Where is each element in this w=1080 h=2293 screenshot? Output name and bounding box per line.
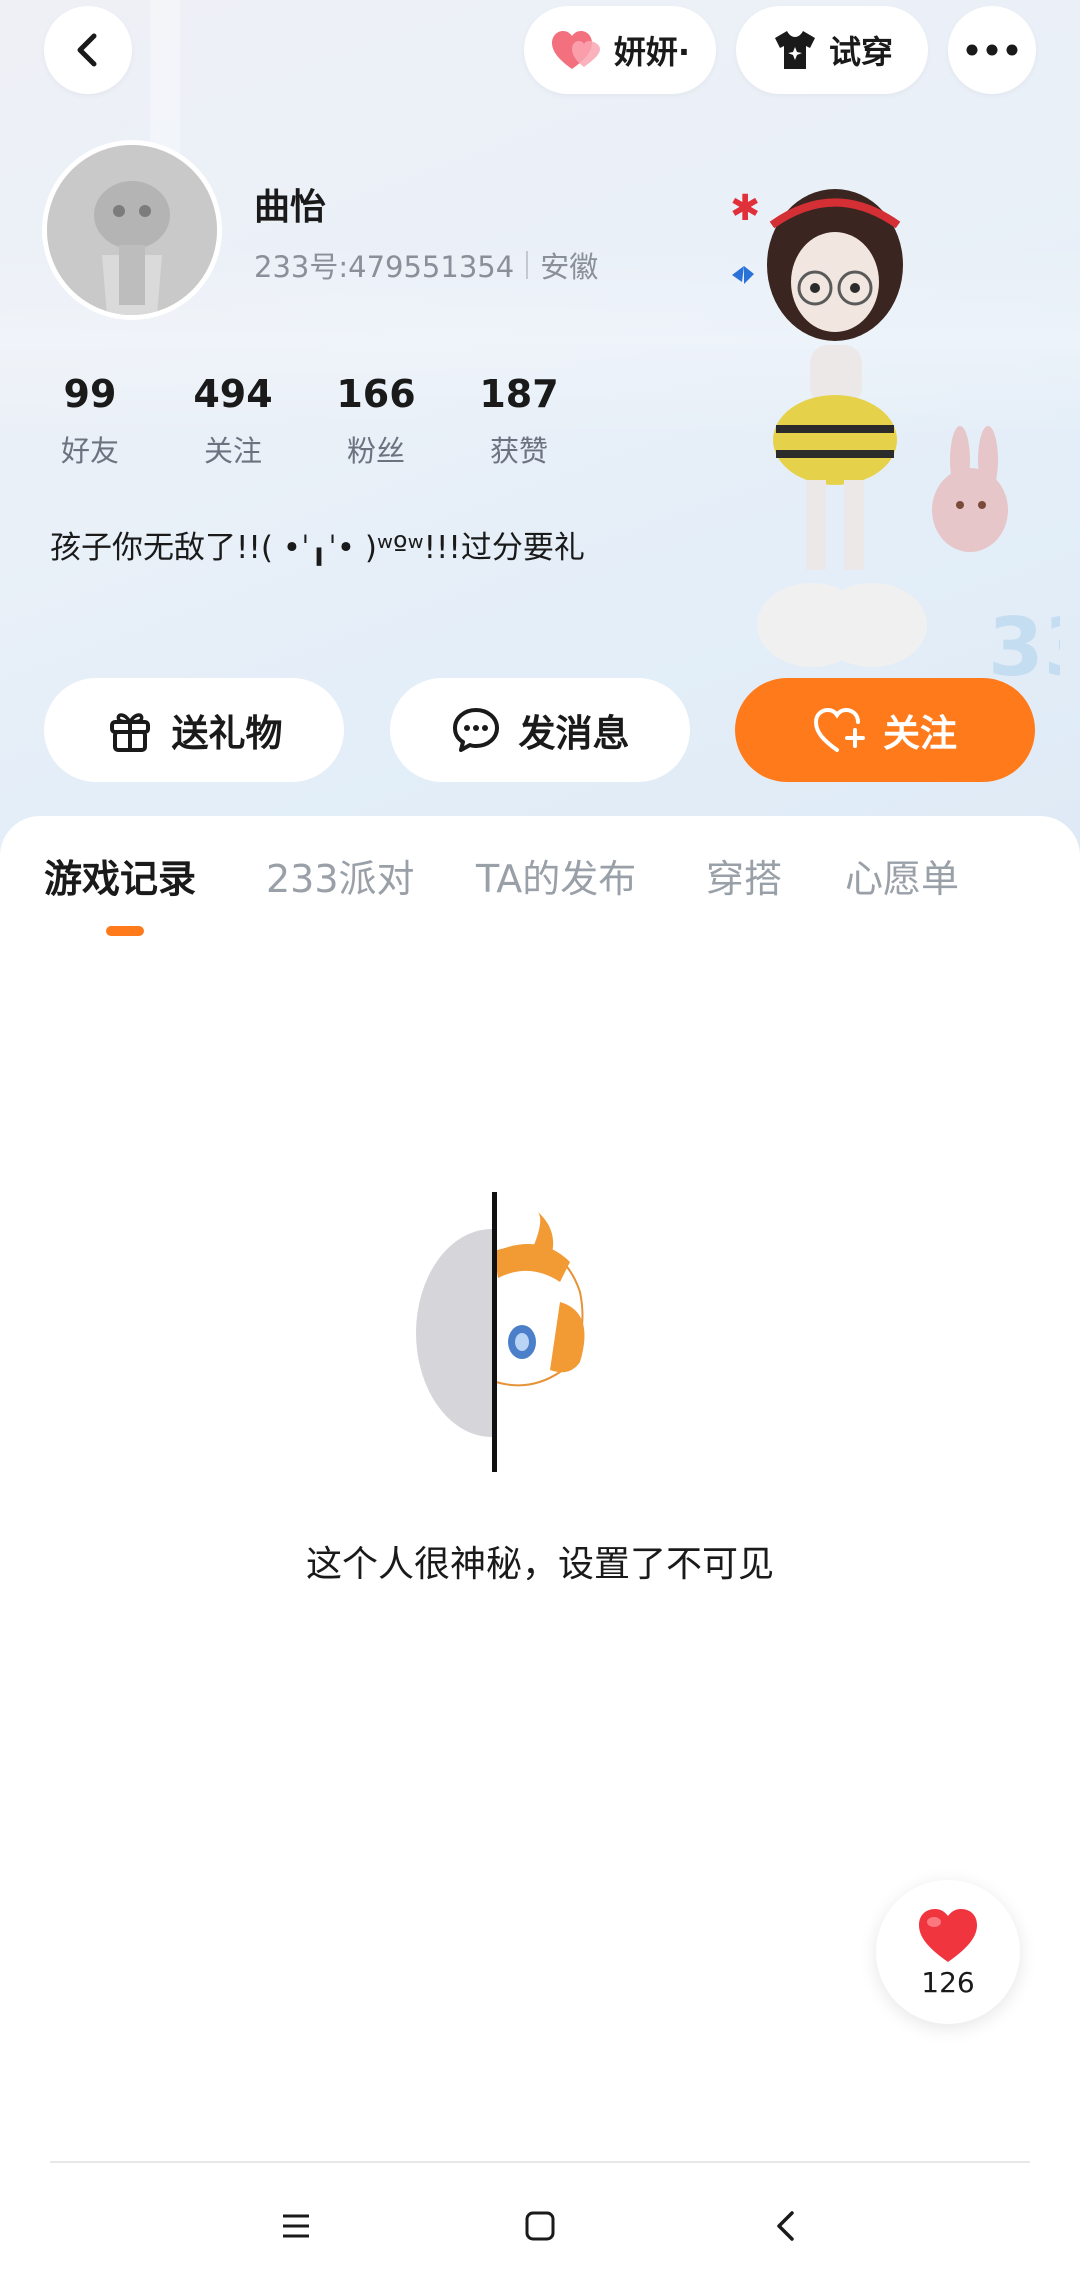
home-square-icon xyxy=(525,2211,555,2241)
send-message-button[interactable]: 发消息 xyxy=(390,678,690,782)
back-button[interactable] xyxy=(44,6,132,94)
heart-icon xyxy=(919,1908,977,1962)
user-id: 233号:479551354 xyxy=(254,250,515,284)
tab-wishlist[interactable]: 心愿单 xyxy=(845,848,959,903)
home-nav-button[interactable] xyxy=(510,2196,570,2256)
follow-button[interactable]: 关注 xyxy=(735,678,1035,782)
stat-value: 494 xyxy=(193,372,273,416)
stat-likes[interactable]: 187 获赞 xyxy=(459,372,579,470)
stat-label: 获赞 xyxy=(489,434,548,468)
more-button[interactable] xyxy=(948,6,1036,94)
hidden-content-illustration xyxy=(416,1192,585,1472)
svg-text:✱: ✱ xyxy=(730,188,760,229)
send-gift-label: 送礼物 xyxy=(171,712,283,755)
stat-friends[interactable]: 99 好友 xyxy=(30,372,150,470)
stat-value: 166 xyxy=(336,372,416,416)
stat-label: 粉丝 xyxy=(346,434,405,468)
bio-text: 孩子你无敌了!!( •ˈ╻ˈ• )ʷºʷ!!!过分要礼 xyxy=(50,530,585,566)
stat-label: 关注 xyxy=(203,434,262,468)
nav-divider xyxy=(50,2161,1030,2163)
back-nav-button[interactable] xyxy=(756,2196,816,2256)
stat-label: 好友 xyxy=(60,434,119,468)
svg-text:33: 33 xyxy=(988,601,1060,690)
menu-nav-button[interactable] xyxy=(266,2196,326,2256)
send-gift-button[interactable]: 送礼物 xyxy=(44,678,344,782)
try-on-button[interactable]: 试穿 xyxy=(736,6,928,94)
like-count: 126 xyxy=(921,1965,975,1999)
tshirt-icon xyxy=(774,31,815,69)
try-on-label: 试穿 xyxy=(828,33,893,71)
separator xyxy=(526,251,529,279)
tab-outfits[interactable]: 穿搭 xyxy=(706,848,782,903)
message-icon xyxy=(452,708,499,752)
stat-value: 187 xyxy=(479,372,559,416)
tab-ta-posts[interactable]: TA的发布 xyxy=(476,848,636,903)
gift-icon xyxy=(109,713,150,752)
user-location: 安徽 xyxy=(540,250,599,284)
partner-button[interactable]: 妍妍· xyxy=(524,6,716,94)
chevron-left-icon xyxy=(77,33,97,67)
follow-label: 关注 xyxy=(883,712,957,755)
user-name: 曲怡 xyxy=(254,187,327,228)
empty-state-message: 这个人很神秘，设置了不可见 xyxy=(305,1544,774,1585)
tab-233-party[interactable]: 233派对 xyxy=(266,848,415,903)
avatar-character-illustration[interactable]: ✱ 33 xyxy=(720,170,1060,690)
stat-following[interactable]: 494 关注 xyxy=(173,372,293,470)
tab-active-indicator xyxy=(106,926,144,936)
more-icon xyxy=(966,44,1018,56)
like-floating-button[interactable]: 126 xyxy=(876,1880,1020,2024)
tab-game-records[interactable]: 游戏记录 xyxy=(44,848,196,903)
menu-icon xyxy=(283,2214,309,2238)
avatar[interactable] xyxy=(42,140,222,320)
partner-name: 妍妍· xyxy=(613,33,691,71)
send-message-label: 发消息 xyxy=(518,712,630,755)
stat-fans[interactable]: 166 粉丝 xyxy=(316,372,436,470)
back-arrow-icon xyxy=(777,2211,794,2241)
stat-value: 99 xyxy=(63,372,117,416)
double-heart-icon xyxy=(551,31,600,69)
id-location-row: 233号:479551354 安徽 xyxy=(254,244,598,286)
heart-plus-icon xyxy=(813,707,865,752)
